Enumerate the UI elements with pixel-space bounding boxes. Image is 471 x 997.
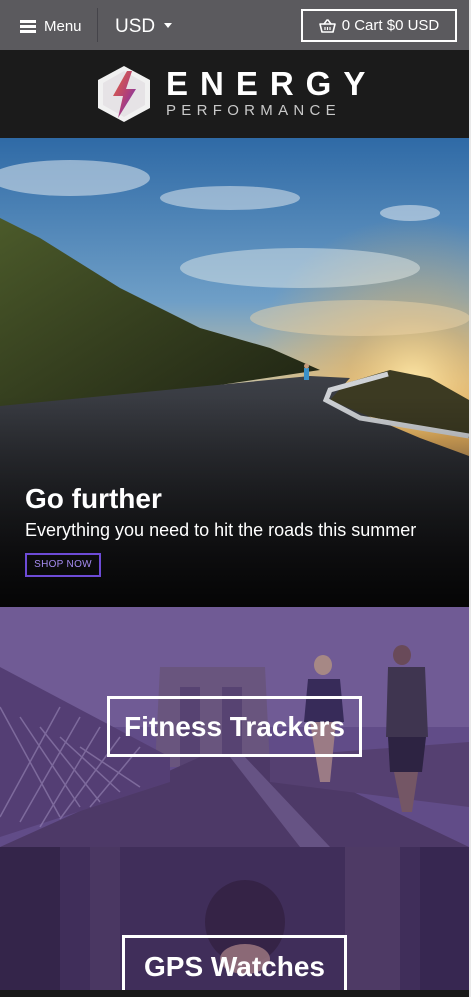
collection-label-gps-watches[interactable]: GPS Watches — [122, 935, 347, 990]
top-bar: Menu USD 0 Cart $0 USD — [0, 0, 469, 50]
collection-tile-gps-watches[interactable]: GPS Watches — [0, 847, 469, 990]
logo-band: ENERGY PERFORMANCE — [0, 50, 469, 138]
logo-wordmark: ENERGY — [166, 65, 378, 102]
cart-label: 0 Cart $0 USD — [341, 17, 440, 34]
hamburger-icon — [20, 20, 36, 33]
basket-icon — [318, 18, 336, 33]
shop-now-button[interactable]: SHOP NOW — [25, 553, 101, 577]
collection-label-fitness-trackers[interactable]: Fitness Trackers — [107, 696, 362, 757]
hero-banner: Go further Everything you need to hit th… — [0, 138, 469, 607]
menu-button[interactable]: Menu — [20, 13, 82, 39]
caret-down-icon — [164, 22, 173, 28]
header-divider — [97, 8, 98, 42]
currency-label: USD — [115, 16, 156, 37]
cart-button[interactable]: 0 Cart $0 USD — [301, 9, 457, 42]
currency-selector[interactable]: USD — [115, 14, 173, 40]
hero-subtitle: Everything you need to hit the roads thi… — [25, 520, 417, 540]
page-bottom-edge — [0, 990, 471, 997]
menu-label: Menu — [44, 17, 82, 35]
collection-tile-fitness-trackers[interactable]: Fitness Trackers — [0, 607, 469, 847]
energy-hexagon-logo[interactable] — [96, 65, 152, 123]
hero-title: Go further — [25, 483, 162, 514]
logo-tagline: PERFORMANCE — [166, 102, 341, 119]
